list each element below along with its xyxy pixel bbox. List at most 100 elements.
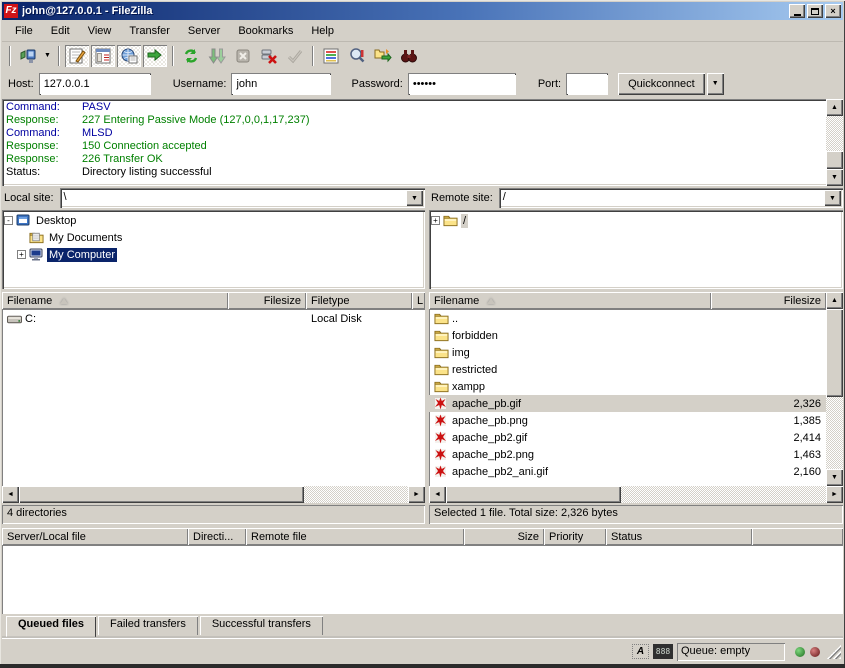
maximize-button[interactable] <box>807 4 823 18</box>
menu-edit[interactable]: Edit <box>42 23 79 39</box>
directory-comparison-button[interactable] <box>345 45 369 67</box>
scroll-left-icon[interactable]: ◄ <box>429 486 446 503</box>
username-input[interactable] <box>232 74 330 94</box>
local-file-row[interactable]: C: Local Disk <box>2 310 425 327</box>
tab-failed-transfers[interactable]: Failed transfers <box>98 616 198 635</box>
quickconnect-button[interactable]: Quickconnect <box>618 73 705 95</box>
column-direction[interactable]: Directi... <box>188 528 246 545</box>
menu-server[interactable]: Server <box>179 23 229 39</box>
filter-button[interactable] <box>319 45 343 67</box>
local-tree[interactable]: - Desktop My Documents + My Computer <box>2 210 425 289</box>
connection-led-green-icon <box>795 647 805 657</box>
column-filename[interactable]: Filename <box>2 292 228 309</box>
refresh-button[interactable] <box>179 45 203 67</box>
column-size[interactable]: Size <box>464 528 544 545</box>
title-bar[interactable]: Fz john@127.0.0.1 - FileZilla × <box>2 2 843 20</box>
port-input[interactable] <box>567 74 607 94</box>
remote-vscrollbar[interactable]: ▲ ▼ <box>826 292 843 486</box>
scrollbar-thumb[interactable] <box>826 151 843 169</box>
column-filetype[interactable]: Filetype <box>306 292 412 309</box>
tree-item-my-computer[interactable]: + My Computer <box>4 246 423 263</box>
column-remote-file[interactable]: Remote file <box>246 528 464 545</box>
message-log-body[interactable]: Command:PASV Response:227 Entering Passi… <box>2 99 826 186</box>
site-manager-button[interactable] <box>16 45 40 67</box>
menu-file[interactable]: File <box>6 23 42 39</box>
local-site-label: Local site: <box>2 192 60 204</box>
column-last-modified[interactable]: L <box>412 292 425 309</box>
menu-transfer[interactable]: Transfer <box>120 23 179 39</box>
combo-dropdown-button[interactable]: ▼ <box>824 190 841 206</box>
synchronized-browsing-button[interactable] <box>371 45 395 67</box>
scroll-up-icon[interactable]: ▲ <box>826 99 843 116</box>
menu-bookmarks[interactable]: Bookmarks <box>229 23 302 39</box>
menu-view[interactable]: View <box>79 23 121 39</box>
local-hscrollbar[interactable]: ◄ ► <box>2 486 425 503</box>
activity-led-red-icon <box>810 647 820 657</box>
scroll-left-icon[interactable]: ◄ <box>2 486 19 503</box>
toggle-remote-tree-button[interactable] <box>117 45 141 67</box>
tree-item-my-documents[interactable]: My Documents <box>4 229 423 246</box>
toggle-message-log-button[interactable] <box>65 45 89 67</box>
remote-file-row[interactable]: restricted <box>429 361 826 378</box>
tree-item-desktop[interactable]: - Desktop <box>4 212 423 229</box>
host-input[interactable] <box>40 74 150 94</box>
scroll-right-icon[interactable]: ► <box>826 486 843 503</box>
collapse-icon[interactable]: - <box>4 216 13 225</box>
remote-file-row[interactable]: apache_pb2.gif 2,414 <box>429 429 826 446</box>
remote-file-row[interactable]: apache_pb2.png 1,463 <box>429 446 826 463</box>
scroll-right-icon[interactable]: ► <box>408 486 425 503</box>
speed-limits-indicator[interactable]: 888 <box>653 644 673 659</box>
close-button[interactable]: × <box>825 4 841 18</box>
column-filesize[interactable]: Filesize <box>711 292 826 309</box>
scroll-down-icon[interactable]: ▼ <box>826 469 843 486</box>
local-file-list[interactable]: C: Local Disk <box>2 309 425 486</box>
toggle-transfer-queue-button[interactable] <box>143 45 167 67</box>
local-site-combo[interactable]: \ ▼ <box>60 188 425 208</box>
combo-dropdown-button[interactable]: ▼ <box>406 190 423 206</box>
remote-tree[interactable]: + / <box>429 210 843 289</box>
tree-item-root[interactable]: + / <box>431 212 841 229</box>
sort-asc-icon <box>60 298 68 304</box>
disconnect-button[interactable] <box>257 45 281 67</box>
site-manager-dropdown[interactable]: ▼ <box>41 45 54 67</box>
remote-hscrollbar[interactable]: ◄ ► <box>429 486 843 503</box>
scrollbar-thumb[interactable] <box>19 486 304 503</box>
column-priority[interactable]: Priority <box>544 528 606 545</box>
remote-file-row-selected[interactable]: apache_pb.gif 2,326 <box>429 395 826 412</box>
log-scrollbar[interactable]: ▲ ▼ <box>826 99 843 186</box>
column-filename[interactable]: Filename <box>429 292 711 309</box>
column-filesize[interactable]: Filesize <box>228 292 306 309</box>
column-server-local-file[interactable]: Server/Local file <box>2 528 188 545</box>
transfer-type-indicator[interactable]: A <box>632 644 649 659</box>
scrollbar-thumb[interactable] <box>446 486 621 503</box>
expand-icon[interactable]: + <box>17 250 26 259</box>
expand-icon[interactable]: + <box>431 216 440 225</box>
remote-site-combo[interactable]: / ▼ <box>499 188 843 208</box>
local-status: 4 directories <box>2 505 425 524</box>
remote-file-row[interactable]: img <box>429 344 826 361</box>
remote-file-row[interactable]: .. <box>429 310 826 327</box>
column-status[interactable]: Status <box>606 528 752 545</box>
remote-file-list[interactable]: .. forbidden img <box>429 309 826 486</box>
password-input[interactable] <box>409 74 515 94</box>
menu-help[interactable]: Help <box>302 23 343 39</box>
scroll-down-icon[interactable]: ▼ <box>826 169 843 186</box>
toggle-local-tree-button[interactable] <box>91 45 115 67</box>
scroll-up-icon[interactable]: ▲ <box>826 292 843 309</box>
log-text: PASV <box>82 101 111 114</box>
reconnect-button[interactable] <box>283 45 307 67</box>
remote-file-row[interactable]: xampp <box>429 378 826 395</box>
scrollbar-thumb[interactable] <box>826 309 843 397</box>
quickconnect-dropdown[interactable]: ▼ <box>707 73 724 95</box>
remote-file-row[interactable]: apache_pb.png 1,385 <box>429 412 826 429</box>
process-queue-button[interactable] <box>205 45 229 67</box>
find-files-button[interactable] <box>397 45 421 67</box>
remote-file-row[interactable]: apache_pb2_ani.gif 2,160 <box>429 463 826 480</box>
cancel-operation-button[interactable] <box>231 45 255 67</box>
tab-queued-files[interactable]: Queued files <box>6 616 96 637</box>
remote-file-row[interactable]: forbidden <box>429 327 826 344</box>
minimize-button[interactable] <box>789 4 805 18</box>
queue-body[interactable] <box>2 545 843 614</box>
resize-grip[interactable] <box>827 645 841 659</box>
tab-successful-transfers[interactable]: Successful transfers <box>200 616 323 635</box>
